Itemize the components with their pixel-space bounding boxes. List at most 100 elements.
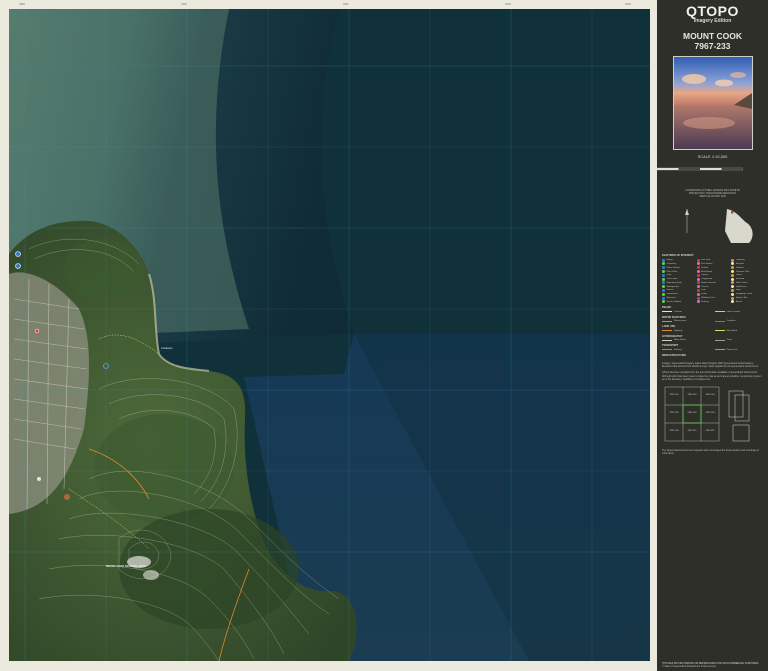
legend-item: Fire Station [696,262,729,266]
legend-line-sample: Power Line [714,349,764,351]
map-sheet: MOUNT COOK NATIONAL PARK Cooktown 289 29… [0,0,768,671]
sheet-name: MOUNT COOK [682,31,743,41]
legend-item: Police Station [662,266,694,270]
legend-item-label: Police Station [666,266,680,269]
legend-symbol-icon [731,285,735,289]
legend-item: Golf Course [731,281,763,285]
grid-tick-label: 292 [505,2,511,6]
legend-symbol-icon [662,273,665,277]
legend-item: Shopping Centre [731,292,763,296]
legend-line-sample: Highway [662,330,711,332]
legend-item: Service Station [662,300,694,304]
projection-info: COORDINATE SYSTEM: GDA2020 MGA ZONE 55 P… [685,189,740,199]
legend-symbol-icon [731,288,735,292]
legend-symbol-icon [662,281,665,285]
legend-item-label: Golf Course [735,281,748,284]
index-sheet-label: 7967-322 [705,429,715,432]
place-label: MOUNT COOK NATIONAL PARK [106,565,146,568]
legend-item-label: Post Office [666,270,678,273]
sheet-number: 7967-233 [694,41,731,51]
legend-item-label: Showground [666,285,679,288]
footer-copyright: © State of Queensland (Department of Res… [662,664,716,668]
legend-item: School [696,266,729,270]
grid-tick-label: 291 [343,2,349,6]
grid-tick-label: 293 [625,2,631,6]
legend-section-heading: TRANSPORT [662,344,679,348]
legend-line-sample: Index Contour [714,311,764,313]
legend-symbol-icon [731,262,735,266]
legend-symbol-icon [696,273,700,277]
legend-item-label: Cemetery [666,262,676,265]
legend-symbol-icon [731,266,735,270]
legend-item: Historic Site [731,296,763,300]
legend-symbol-icon [696,277,700,281]
legend-item: Church [696,285,729,289]
legend-line-sample: Contour [662,311,711,313]
legend-item-label: Lookout [735,266,744,269]
legend-symbol-icon [662,262,665,266]
legend-item: Marina [662,288,694,292]
legend-item-label: Lighthouse [735,285,747,288]
legend-symbol-icon [662,270,665,274]
legend-item-label: Picnic Area [666,278,678,281]
legend-section-heading: LAND USE [662,325,676,329]
legend-item: Lookout [731,266,763,270]
legend-item: Information [662,292,694,296]
legend-symbol-icon [696,258,700,262]
legend-item-label: Information [666,293,678,296]
legend-symbol-icon [731,277,735,281]
legend-item: Swimming Pool [662,281,694,285]
legend-item-label: Service Station [666,300,682,303]
legend-symbol-icon [696,281,700,285]
grid-tick-label: 290 [181,2,187,6]
legend-line-sample: Watercourse [662,320,711,322]
scale-bar [657,167,744,171]
legend-symbol-icon [662,258,665,262]
legend-item-label: Shopping Centre [735,293,753,296]
legend-symbol-icon [696,262,700,266]
legend-symbol-icon [731,300,735,304]
legend-item-label: Sports Ground [701,281,716,284]
legend-item-label: Jetty [666,274,672,277]
legend-item-label: Park [701,289,706,292]
legend-item: Toilets [731,273,763,277]
map-imagery-svg [9,9,650,661]
legend-item: Lighthouse [731,285,763,289]
legend-symbol-icon [696,270,700,274]
legend-line-sample: Coastline [714,320,764,322]
legend-symbol-icon [696,292,700,296]
legend-item: Jetty [662,273,694,277]
legend-symbol-icon [696,296,700,300]
legend-line-sample: Minor Road [662,339,711,341]
legend-item-label: Church [701,285,709,288]
legend-item: Sports Ground [696,281,729,285]
legend-symbol-icon [731,258,735,262]
legend-symbol-icon [731,270,735,274]
index-sheet-label: 7967-231 [669,411,679,414]
legend-item-label: Swimming Pool [666,281,682,284]
index-sheet-label: 7967-141 [669,393,679,396]
legend: FEATURES OF INTEREST Airport Bus Stop Camp… [662,254,763,357]
locator-map [657,203,768,251]
legend-item: Showground [662,285,694,289]
index-sheet-label: 7967-143 [705,393,715,396]
legend-item-label: Walking Track [701,297,715,300]
legend-symbol-icon [731,292,735,296]
index-sheet-label: 7967-233 [705,411,715,414]
legend-item: Post Office [662,270,694,274]
sheet-index-diagram: 7967-141 7967-142 7967-143 7967-231 7967-232… [663,385,762,447]
legend-item-label: Beach [735,300,743,303]
legend-heading: FEATURES OF INTEREST [662,253,694,257]
legend-item: Camping [731,258,763,262]
map-frame: MOUNT COOK NATIONAL PARK Cooktown 289 29… [0,0,657,671]
legend-item-label: Hospital [735,262,744,265]
legend-item-label: Museum [735,278,745,281]
legend-item-label: Library [701,274,708,277]
brand-logo-text: QTOPO [686,3,739,19]
legend-line-sample: Main Road [714,330,764,332]
legend-item: Hospital [731,262,763,266]
legend-item-label: Hotel [735,289,741,292]
imagery-map[interactable]: MOUNT COOK NATIONAL PARK Cooktown [9,9,650,661]
index-sheet-label: 7967-321 [687,429,697,432]
legend-symbol-icon [696,285,700,289]
